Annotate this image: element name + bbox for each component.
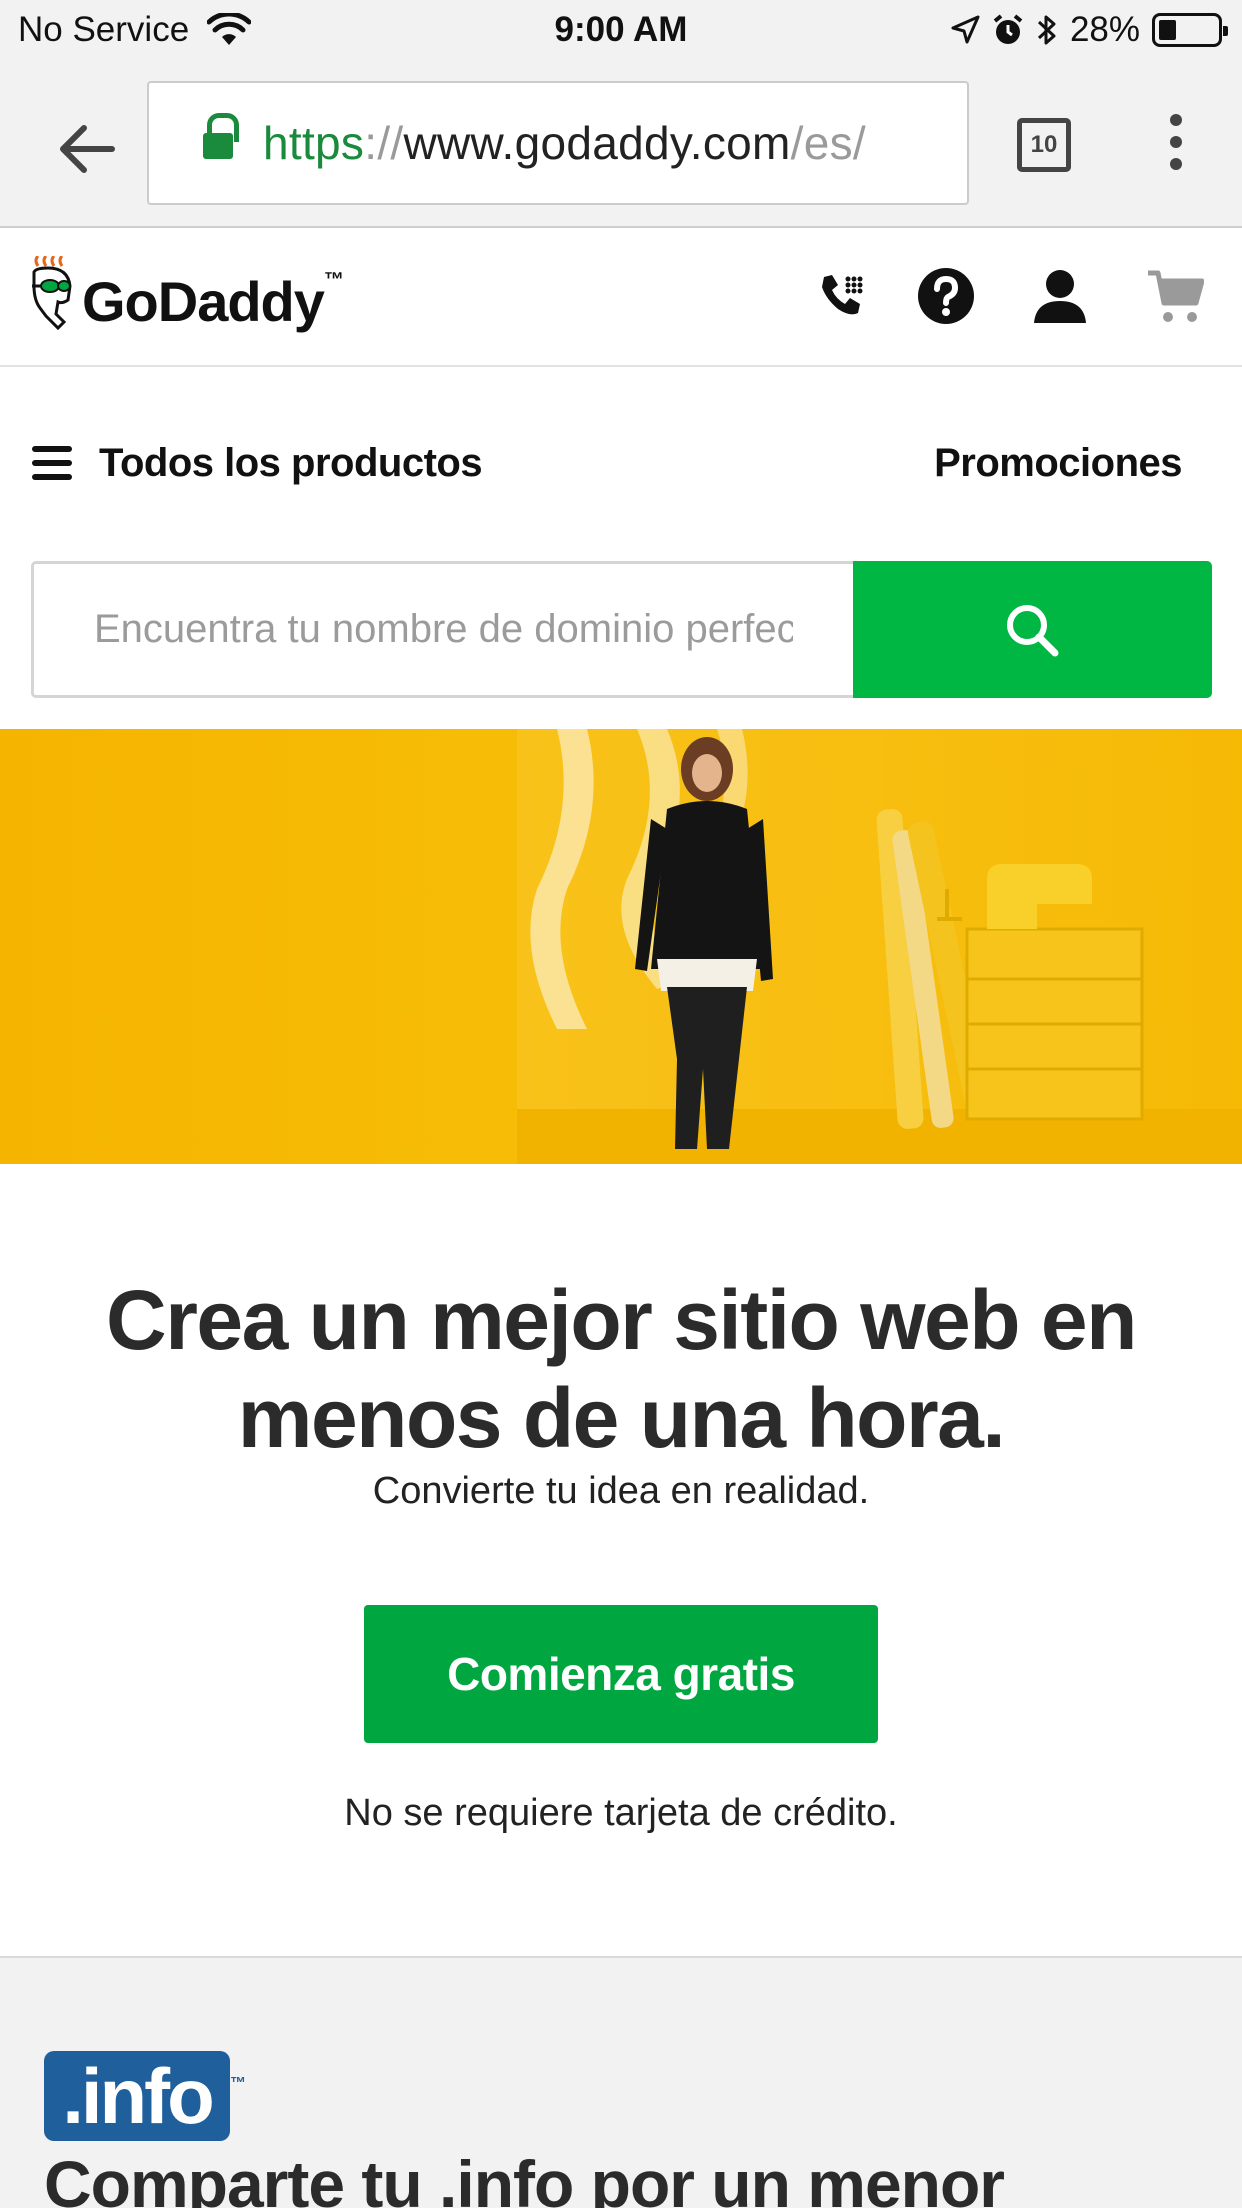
battery-percent: 28% [1069, 10, 1140, 49]
status-bar: No Service 9:00 AM 28% [0, 0, 1242, 62]
hero-illustration [517, 729, 1242, 1164]
status-right: 28% [950, 10, 1228, 50]
promo-title-line1: Crea un mejor sitio web en [106, 1273, 1137, 1367]
logo-text: GoDaddy™ [82, 269, 344, 333]
info-tld-logo: .info [44, 2039, 246, 2141]
promotions-link[interactable]: Promociones [934, 441, 1182, 486]
url-scheme: https [263, 117, 365, 169]
info-section-title: Comparte tu .info por un menor [44, 2147, 1005, 2208]
search-icon [1007, 605, 1059, 657]
promo-title: Crea un mejor sitio web en menos de una … [0, 1271, 1242, 1467]
hamburger-menu-icon[interactable] [32, 446, 72, 480]
lock-icon [203, 113, 239, 165]
site-header: GoDaddy™ [0, 229, 1242, 367]
bluetooth-icon [1037, 15, 1056, 45]
hero-image [0, 729, 1242, 1164]
overflow-menu-icon[interactable] [1164, 114, 1188, 178]
account-icon[interactable] [1034, 269, 1086, 323]
search-button[interactable] [853, 561, 1212, 698]
start-free-button[interactable]: Comienza gratis [364, 1605, 878, 1743]
godaddy-logo[interactable]: GoDaddy™ [28, 255, 344, 334]
no-credit-card-note: No se requiere tarjeta de crédito. [344, 1792, 898, 1834]
alarm-icon [993, 14, 1023, 44]
promo-title-line2: menos de una hora. [237, 1371, 1006, 1465]
domain-search-input[interactable] [31, 561, 853, 698]
promo-section: Crea un mejor sitio web en menos de una … [0, 1164, 1242, 1956]
hero-scene [517, 729, 1242, 1164]
hero-wall-left [0, 729, 517, 1164]
back-arrow-icon[interactable] [52, 114, 122, 184]
main-nav: Todos los productos Promociones [0, 368, 1242, 558]
url-path: /es/ [790, 117, 866, 169]
url-bar[interactable]: https://www.godaddy.com/es/ [147, 81, 969, 205]
phone-icon[interactable] [818, 273, 864, 319]
tab-switcher-button[interactable]: 10 [1017, 118, 1071, 172]
url-separator: :// [364, 117, 404, 169]
browser-toolbar: https://www.godaddy.com/es/ 10 [0, 62, 1242, 228]
all-products-link[interactable]: Todos los productos [99, 441, 483, 486]
location-arrow-icon [951, 15, 980, 44]
cart-icon[interactable] [1146, 269, 1204, 325]
promo-subtitle: Convierte tu idea en realidad. [372, 1470, 870, 1512]
domain-search [31, 561, 1212, 698]
url-host: www.godaddy.com [403, 117, 791, 169]
help-icon[interactable] [917, 267, 975, 325]
url-text[interactable]: https://www.godaddy.com/es/ [263, 116, 866, 170]
battery-icon [1152, 13, 1228, 47]
godaddy-guy-icon [32, 255, 72, 330]
info-domain-section: .info Comparte tu .info por un menor [0, 1956, 1242, 2208]
